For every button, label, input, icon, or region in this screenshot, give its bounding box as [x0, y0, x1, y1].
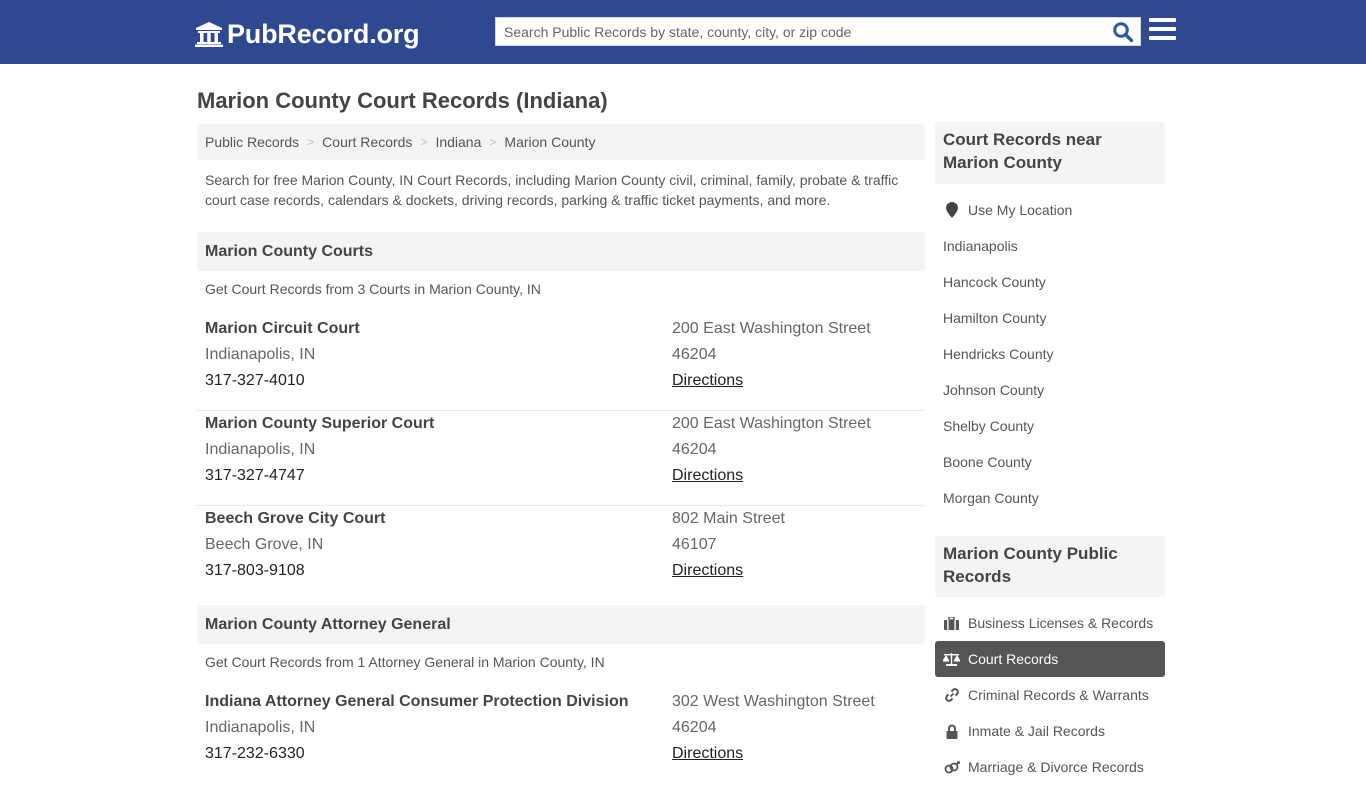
- search-icon[interactable]: [1112, 21, 1134, 43]
- map-marker-icon: [943, 202, 960, 218]
- hamburger-menu-icon[interactable]: [1149, 18, 1176, 44]
- breadcrumb-separator: >: [420, 135, 428, 149]
- sidebar-item-label: Court Records: [968, 651, 1059, 667]
- court-name: Marion Circuit Court: [205, 320, 360, 337]
- court-phone: 317-327-4010: [205, 372, 305, 389]
- section-subtitle-attorney-general: Get Court Records from 1 Attorney Genera…: [205, 654, 605, 670]
- court-name: Marion County Superior Court: [205, 415, 435, 432]
- court-record: Beech Grove City Court Beech Grove, IN 3…: [197, 506, 925, 601]
- breadcrumb: Public Records > Court Records > Indiana…: [197, 124, 925, 160]
- section-heading-courts: Marion County Courts: [197, 232, 925, 271]
- nearby-link-shelby-county[interactable]: Shelby County: [935, 408, 1165, 444]
- search-input[interactable]: [496, 18, 1106, 45]
- breadcrumb-marion-county[interactable]: Marion County: [504, 134, 595, 150]
- sidebar-item-court-records[interactable]: Court Records: [935, 641, 1165, 677]
- breadcrumb-public-records[interactable]: Public Records: [205, 134, 299, 150]
- sidebar-heading-public-records: Marion County Public Records: [935, 536, 1165, 597]
- lock-icon: [943, 723, 960, 739]
- directions-link[interactable]: Directions: [672, 562, 743, 579]
- breadcrumb-court-records[interactable]: Court Records: [322, 134, 412, 150]
- use-my-location-link[interactable]: Use My Location: [935, 192, 1165, 228]
- court-zip: 46204: [672, 441, 717, 458]
- top-navbar: PubRecord.org: [0, 0, 1366, 64]
- directions-link[interactable]: Directions: [672, 467, 743, 484]
- breadcrumb-separator: >: [307, 135, 315, 149]
- court-address: 200 East Washington Street: [672, 320, 871, 337]
- sidebar-item-label: Inmate & Jail Records: [968, 723, 1105, 739]
- court-phone: 317-803-9108: [205, 562, 305, 579]
- office-name: Indiana Attorney General Consumer Protec…: [205, 693, 629, 710]
- sidebar-item-inmate-records[interactable]: Inmate & Jail Records: [935, 713, 1165, 749]
- court-name: Beech Grove City Court: [205, 510, 386, 527]
- nearby-link-boone-county[interactable]: Boone County: [935, 444, 1165, 480]
- sidebar-item-marriage-divorce[interactable]: Marriage & Divorce Records: [935, 749, 1165, 785]
- directions-link[interactable]: Directions: [672, 745, 743, 762]
- directions-link[interactable]: Directions: [672, 372, 743, 389]
- nearby-link-hancock-county[interactable]: Hancock County: [935, 264, 1165, 300]
- sidebar-item-label: Business Licenses & Records: [968, 615, 1154, 631]
- sidebar-item-label: Criminal Records & Warrants: [968, 687, 1149, 703]
- breadcrumb-separator: >: [489, 135, 497, 149]
- breadcrumb-indiana[interactable]: Indiana: [435, 134, 481, 150]
- nearby-link-johnson-county[interactable]: Johnson County: [935, 372, 1165, 408]
- court-record: Marion Circuit Court Indianapolis, IN 31…: [197, 316, 925, 411]
- link-icon: [943, 687, 960, 703]
- sidebar-item-criminal-records[interactable]: Criminal Records & Warrants: [935, 677, 1165, 713]
- court-zip: 46204: [672, 346, 717, 363]
- court-city: Indianapolis, IN: [205, 346, 316, 363]
- attorney-general-record: Indiana Attorney General Consumer Protec…: [197, 689, 925, 784]
- sidebar-item-label: Marriage & Divorce Records: [968, 759, 1144, 775]
- nearby-link-hendricks-county[interactable]: Hendricks County: [935, 336, 1165, 372]
- briefcase-icon: [943, 615, 960, 631]
- intro-text: Search for free Marion County, IN Court …: [205, 172, 899, 208]
- use-my-location-label: Use My Location: [968, 202, 1073, 218]
- nearby-link-hamilton-county[interactable]: Hamilton County: [935, 300, 1165, 336]
- page-title: Marion County Court Records (Indiana): [197, 88, 608, 113]
- office-zip: 46204: [672, 719, 717, 736]
- court-phone: 317-327-4747: [205, 467, 305, 484]
- office-phone: 317-232-6330: [205, 745, 305, 762]
- section-heading-attorney-general: Marion County Attorney General: [197, 605, 925, 644]
- court-zip: 46107: [672, 536, 717, 553]
- scales-icon: [943, 651, 960, 667]
- logo-text: PubRecord.org: [227, 18, 420, 49]
- court-address: 200 East Washington Street: [672, 415, 871, 432]
- search-bar: [495, 17, 1141, 46]
- sidebar-heading-nearby: Court Records near Marion County: [935, 122, 1165, 184]
- nearby-link-indianapolis[interactable]: Indianapolis: [935, 228, 1165, 264]
- court-address: 802 Main Street: [672, 510, 785, 527]
- court-city: Indianapolis, IN: [205, 441, 316, 458]
- section-subtitle-courts: Get Court Records from 3 Courts in Mario…: [205, 281, 541, 297]
- nearby-link-morgan-county[interactable]: Morgan County: [935, 480, 1165, 516]
- gender-rings-icon: [943, 759, 960, 775]
- site-logo[interactable]: PubRecord.org: [195, 18, 420, 50]
- court-city: Beech Grove, IN: [205, 536, 324, 553]
- office-city: Indianapolis, IN: [205, 719, 316, 736]
- sidebar-item-business-licenses[interactable]: Business Licenses & Records: [935, 605, 1165, 641]
- office-address: 302 West Washington Street: [672, 693, 875, 710]
- court-record: Marion County Superior Court Indianapoli…: [197, 411, 925, 506]
- courthouse-icon: [195, 22, 223, 47]
